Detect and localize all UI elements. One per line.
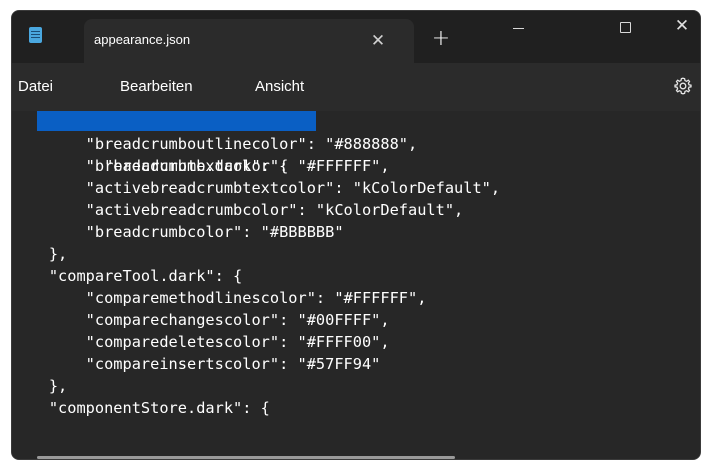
minimize-button[interactable] xyxy=(497,11,543,47)
menu-bar: Datei Bearbeiten Ansicht xyxy=(12,63,700,111)
maximize-button[interactable] xyxy=(602,11,648,47)
notepad-app-icon xyxy=(29,27,42,43)
menu-view[interactable]: Ansicht xyxy=(255,78,304,95)
editor-line: "breadcrumbcolor": "#BBBBBB" xyxy=(12,223,344,241)
new-tab-button[interactable]: + xyxy=(429,27,453,51)
tab-close-icon[interactable]: ✕ xyxy=(366,29,390,53)
editor-line: "comparedeletescolor": "#FFFF00", xyxy=(12,333,390,351)
editor-line: "breadcrumboutlinecolor": "#888888", xyxy=(12,135,418,153)
menu-file[interactable]: Datei xyxy=(18,78,53,95)
editor-line: "activebreadcrumbcolor": "kColorDefault"… xyxy=(12,201,464,219)
tab-appearance-json[interactable]: appearance.json ✕ xyxy=(84,19,414,63)
text-editor[interactable]: "breadcrumb.dark": { "breadcrumboutlinec… xyxy=(12,111,700,459)
settings-gear-icon[interactable] xyxy=(673,76,693,96)
editor-line: "breadcrumb.dark": { xyxy=(12,111,316,175)
text-selection xyxy=(37,111,316,131)
editor-line: "comparechangescolor": "#00FFFF", xyxy=(12,311,390,329)
tab-title: appearance.json xyxy=(94,32,191,47)
horizontal-scrollbar[interactable] xyxy=(37,456,455,459)
close-window-button[interactable]: ✕ xyxy=(662,11,700,47)
menu-edit[interactable]: Bearbeiten xyxy=(120,78,193,95)
notepad-window: appearance.json ✕ + ✕ Datei Bearbeiten A… xyxy=(11,10,701,460)
editor-line: }, xyxy=(12,245,68,263)
editor-line: "compareinsertscolor": "#57FF94" xyxy=(12,355,381,373)
title-bar: appearance.json ✕ + ✕ xyxy=(12,11,700,63)
editor-line: "breadcrumbtextcolor": "#FFFFFF", xyxy=(12,157,390,175)
editor-line: "activebreadcrumbtextcolor": "kColorDefa… xyxy=(12,179,501,197)
editor-line: "compareTool.dark": { xyxy=(12,267,243,285)
editor-line: "componentStore.dark": { xyxy=(12,399,270,417)
editor-line: "comparemethodlinescolor": "#FFFFFF", xyxy=(12,289,427,307)
editor-line: }, xyxy=(12,377,68,395)
